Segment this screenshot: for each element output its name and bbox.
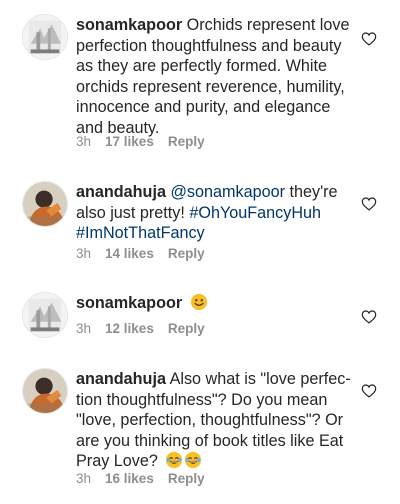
likes-count[interactable]: 12 likes: [105, 321, 154, 336]
username[interactable]: anandahuja: [76, 183, 166, 201]
reply-button[interactable]: Reply: [168, 471, 205, 486]
reply-button[interactable]: Reply: [168, 134, 205, 149]
username[interactable]: sonamkapoor: [76, 16, 182, 34]
avatar-anandahuja-image: [23, 182, 67, 226]
comment-meta: 3h 12 likes Reply: [76, 321, 205, 336]
comment-text: sonamkapoor: [76, 293, 354, 314]
timestamp: 3h: [76, 321, 92, 336]
comment-meta: 3h 14 likes Reply: [76, 246, 205, 261]
comment-meta: 3h 17 likes Reply: [76, 134, 205, 149]
heart-outline-icon[interactable]: [361, 383, 377, 398]
hashtag-link[interactable]: #ImNotThatFancy: [76, 224, 205, 242]
timestamp: 3h: [76, 134, 92, 149]
avatar-sonamkapoor-image: [23, 15, 67, 59]
heart-outline-icon[interactable]: [361, 196, 377, 211]
username[interactable]: anandahuja: [76, 370, 166, 388]
timestamp: 3h: [76, 471, 92, 486]
reply-button[interactable]: Reply: [168, 321, 205, 336]
username[interactable]: sonamkapoor: [76, 294, 182, 312]
mention-link[interactable]: @sonamkapoor: [170, 183, 285, 201]
comment-text: anandahuja @sonamkapoor they're also jus…: [76, 182, 354, 244]
avatar[interactable]: [22, 181, 68, 227]
avatar[interactable]: [22, 368, 68, 414]
likes-count[interactable]: 16 likes: [105, 471, 154, 486]
timestamp: 3h: [76, 246, 92, 261]
avatar[interactable]: [22, 292, 68, 338]
likes-count[interactable]: 14 likes: [105, 246, 154, 261]
tears-of-joy-emoji: [165, 451, 183, 469]
comment-body: Orchids represent love perfection though…: [76, 16, 350, 137]
comment-meta: 3h 16 likes Reply: [76, 471, 205, 486]
heart-outline-icon[interactable]: [361, 309, 377, 324]
avatar-sonamkapoor-image: [23, 293, 67, 337]
avatar[interactable]: [22, 14, 68, 60]
comment-text: sonamkapoor Orchids represent love perfe…: [76, 15, 354, 139]
reply-button[interactable]: Reply: [168, 246, 205, 261]
comment-text: anandahuja Also what is "love perfec-tio…: [76, 369, 354, 472]
avatar-anandahuja-image: [23, 369, 67, 413]
hashtag-link[interactable]: #OhYouFancyHuh: [189, 204, 321, 222]
tears-of-joy-emoji: [184, 451, 202, 469]
heart-outline-icon[interactable]: [361, 31, 377, 46]
slightly-smiling-face-emoji: [190, 293, 208, 311]
likes-count[interactable]: 17 likes: [105, 134, 154, 149]
